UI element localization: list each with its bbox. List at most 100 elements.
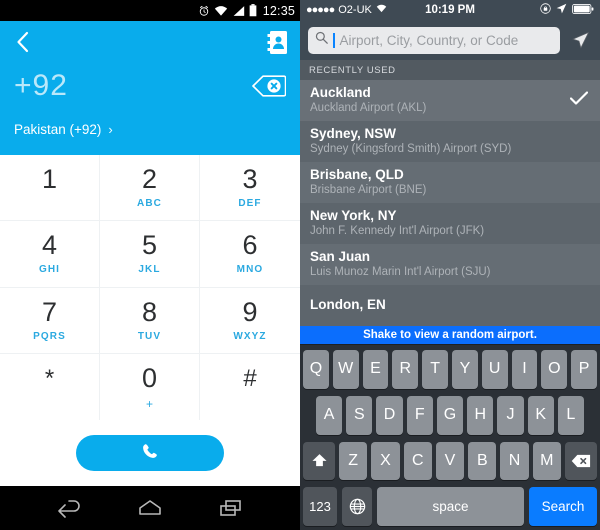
location-arrow-icon bbox=[556, 3, 567, 17]
backspace-icon[interactable] bbox=[564, 441, 597, 481]
list-item[interactable]: San Juan Luis Munoz Marin Int'l Airport … bbox=[300, 244, 600, 285]
keypad-key-9[interactable]: 9 WXYZ bbox=[200, 288, 300, 354]
phone-number-row: +92 bbox=[0, 63, 300, 109]
ios-status-bar: ●●●●● O2-UK 10:19 PM bbox=[300, 0, 600, 20]
airport-name: Brisbane Airport (BNE) bbox=[310, 184, 427, 197]
key-m[interactable]: M bbox=[532, 441, 561, 481]
country-label: Pakistan (+92) bbox=[14, 121, 102, 137]
chevron-right-icon: › bbox=[108, 121, 113, 137]
key-j[interactable]: J bbox=[497, 395, 524, 435]
nav-home-icon[interactable] bbox=[137, 498, 163, 518]
key-s[interactable]: S bbox=[346, 395, 373, 435]
key-f[interactable]: F bbox=[406, 395, 433, 435]
key-p[interactable]: P bbox=[571, 350, 597, 389]
keypad-digit: * bbox=[44, 364, 55, 392]
shake-hint-banner: Shake to view a random airport. bbox=[300, 326, 600, 344]
key-t[interactable]: T bbox=[422, 350, 448, 389]
key-q[interactable]: Q bbox=[303, 350, 329, 389]
key-n[interactable]: N bbox=[500, 441, 529, 481]
key-a[interactable]: A bbox=[316, 395, 343, 435]
key-v[interactable]: V bbox=[435, 441, 465, 481]
key-x[interactable]: X bbox=[371, 441, 400, 481]
android-dialer-panel: 12:35 +92 Pakistan (+92) › 1 2 ABC 3 DEF… bbox=[0, 0, 300, 530]
keypad-key-6[interactable]: 6 MNO bbox=[200, 221, 300, 288]
keypad-letters: ABC bbox=[137, 198, 162, 210]
contacts-book-icon[interactable] bbox=[264, 28, 290, 56]
keypad-digit: 4 bbox=[41, 230, 58, 261]
keypad-key-0[interactable]: 0 + bbox=[100, 353, 200, 420]
key-i[interactable]: I bbox=[511, 350, 538, 389]
key-u[interactable]: U bbox=[481, 350, 508, 389]
keypad-digit: 2 bbox=[141, 164, 158, 195]
keyboard-row-2: A S D F G H J K L bbox=[303, 395, 597, 435]
keypad-digit: 9 bbox=[242, 296, 258, 327]
key-d[interactable]: D bbox=[376, 395, 403, 435]
locate-me-button[interactable] bbox=[568, 28, 592, 52]
search-key[interactable]: Search bbox=[529, 487, 597, 526]
keypad-key-8[interactable]: 8 TUV bbox=[100, 287, 200, 354]
list-item[interactable]: London, EN bbox=[300, 285, 600, 326]
list-item[interactable]: New York, NY John F. Kennedy Int'l Airpo… bbox=[300, 203, 600, 244]
airport-city: New York, NY bbox=[310, 207, 397, 223]
search-input[interactable]: Airport, City, Country, or Code bbox=[308, 26, 560, 54]
signal-icon bbox=[232, 5, 245, 17]
dialer-header: +92 Pakistan (+92) › bbox=[0, 21, 300, 155]
key-r[interactable]: R bbox=[392, 350, 419, 389]
keypad-digit: 6 bbox=[242, 230, 258, 261]
space-key[interactable]: space bbox=[377, 487, 524, 526]
key-z[interactable]: Z bbox=[339, 441, 368, 481]
keypad-key-4[interactable]: 4 GHI bbox=[0, 221, 100, 288]
key-h[interactable]: H bbox=[467, 395, 494, 435]
phone-number-display[interactable]: +92 bbox=[14, 69, 68, 103]
rotation-lock-icon bbox=[540, 3, 551, 17]
key-g[interactable]: G bbox=[436, 395, 464, 435]
keypad-key-5[interactable]: 5 JKL bbox=[100, 221, 200, 288]
dialer-top-bar bbox=[0, 21, 300, 63]
key-e[interactable]: E bbox=[362, 350, 389, 389]
country-selector[interactable]: Pakistan (+92) › bbox=[0, 109, 300, 149]
airport-name: Sydney (Kingsford Smith) Airport (SYD) bbox=[310, 143, 512, 156]
list-item[interactable]: Auckland Auckland Airport (AKL) bbox=[300, 80, 600, 121]
keypad-key-7[interactable]: 7 PQRS bbox=[0, 287, 100, 354]
keypad-digit: 7 bbox=[41, 296, 58, 327]
battery-icon bbox=[572, 3, 594, 17]
shift-arrow-icon[interactable] bbox=[303, 441, 336, 481]
key-b[interactable]: B bbox=[468, 441, 497, 481]
keypad-letters: TUV bbox=[137, 330, 162, 342]
nav-recents-icon[interactable] bbox=[217, 498, 243, 518]
keypad-key-hash[interactable]: # bbox=[200, 354, 300, 420]
android-nav-bar bbox=[0, 486, 300, 530]
airport-name: Luis Munoz Marin Int'l Airport (SJU) bbox=[310, 266, 491, 279]
wifi-icon bbox=[214, 5, 228, 17]
checkmark-icon bbox=[569, 90, 589, 110]
globe-icon[interactable] bbox=[342, 487, 372, 526]
battery-icon bbox=[249, 4, 257, 17]
numeric-key[interactable]: 123 bbox=[303, 487, 337, 526]
key-y[interactable]: Y bbox=[452, 350, 478, 389]
back-button[interactable] bbox=[10, 29, 36, 55]
airport-city: Sydney, NSW bbox=[310, 125, 397, 141]
keyboard-row-1: Q W E R T Y U I O P bbox=[303, 350, 597, 389]
ios-keyboard: Q W E R T Y U I O P A S D F G H J K L Z bbox=[300, 344, 600, 530]
list-item[interactable]: Brisbane, QLD Brisbane Airport (BNE) bbox=[300, 162, 600, 203]
keypad-digit: 8 bbox=[141, 296, 158, 327]
keypad-key-3[interactable]: 3 DEF bbox=[200, 155, 300, 222]
key-c[interactable]: C bbox=[403, 441, 432, 481]
search-bar: Airport, City, Country, or Code bbox=[300, 20, 600, 60]
keypad-key-1[interactable]: 1 bbox=[0, 155, 100, 222]
android-clock: 12:35 bbox=[262, 3, 295, 18]
keypad-letters: GHI bbox=[38, 264, 61, 276]
key-k[interactable]: K bbox=[527, 395, 554, 435]
keypad-key-star[interactable]: * bbox=[0, 353, 100, 420]
key-w[interactable]: W bbox=[332, 350, 359, 389]
call-button[interactable] bbox=[76, 435, 224, 471]
section-header-recently-used: RECENTLY USED bbox=[300, 60, 600, 80]
keypad-digit: 1 bbox=[41, 164, 58, 195]
nav-back-icon[interactable] bbox=[57, 498, 83, 518]
keypad-letters: PQRS bbox=[33, 330, 66, 342]
backspace-icon[interactable] bbox=[252, 75, 286, 97]
key-l[interactable]: L bbox=[557, 395, 584, 435]
keypad-key-2[interactable]: 2 ABC bbox=[100, 155, 200, 222]
key-o[interactable]: O bbox=[541, 350, 568, 389]
list-item[interactable]: Sydney, NSW Sydney (Kingsford Smith) Air… bbox=[300, 121, 600, 162]
